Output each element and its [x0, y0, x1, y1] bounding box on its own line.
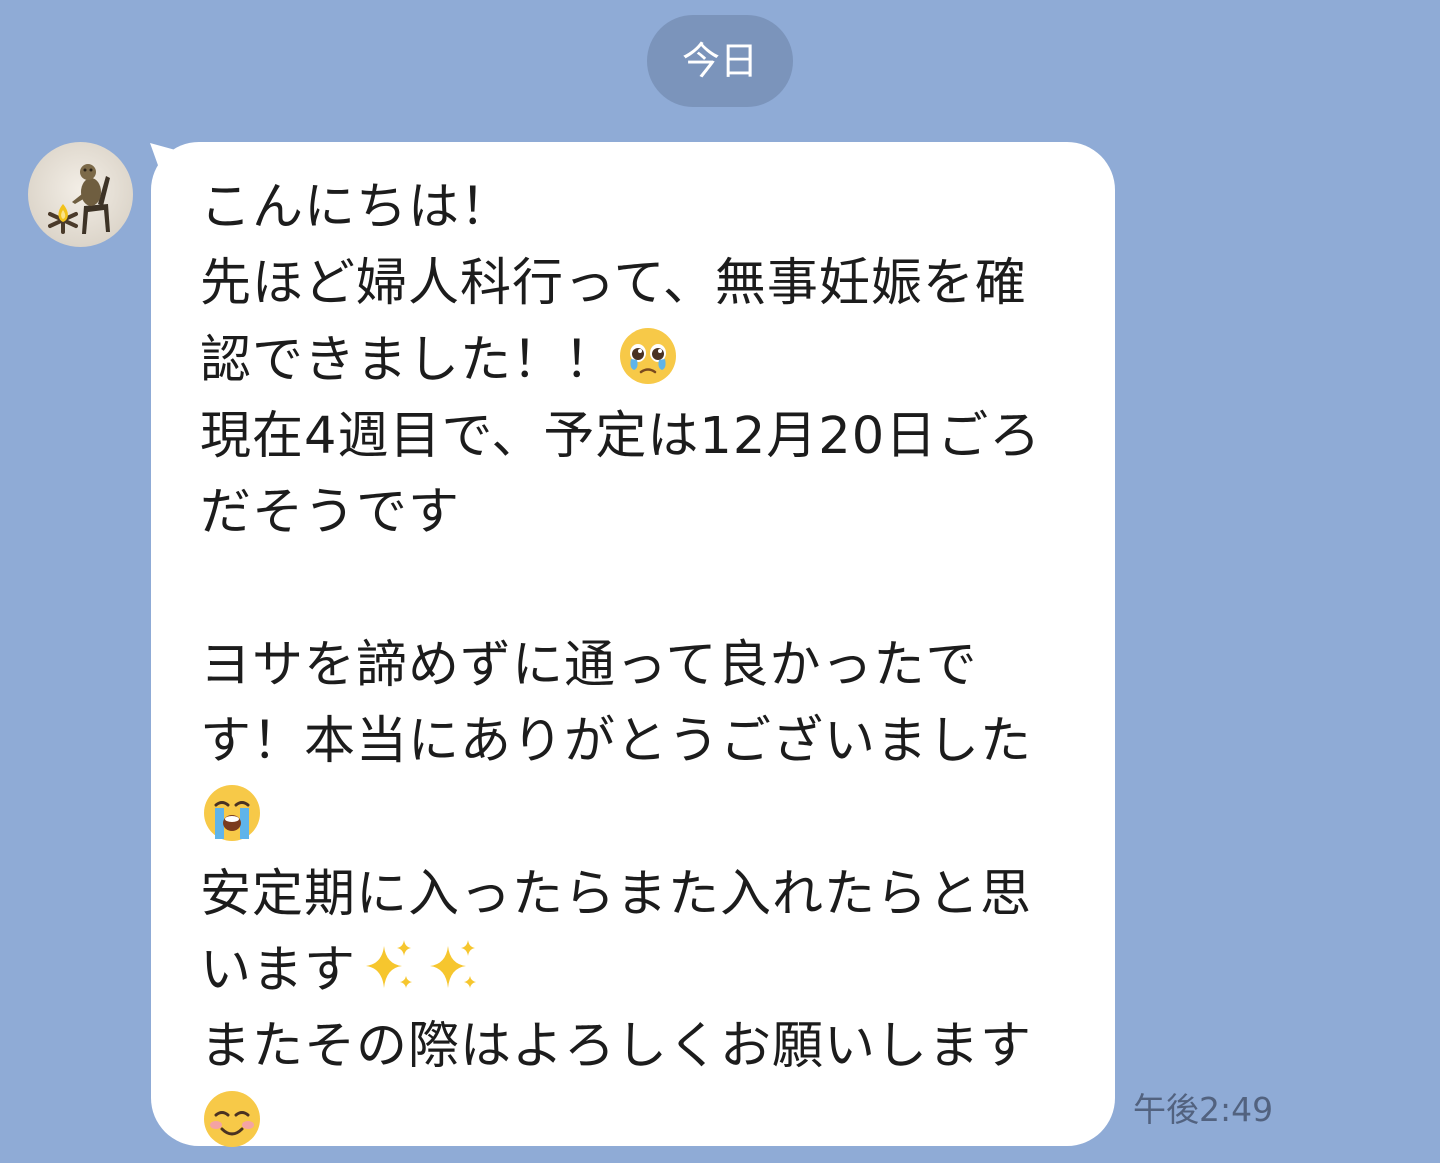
- message-line: こんにちは！: [200, 178, 513, 237]
- message-line: 認できました！！: [200, 330, 617, 390]
- message-line: す！本当にありがとうございました: [200, 712, 1033, 772]
- sparkles-emoji-icon: [366, 939, 413, 988]
- message-line: ヨサを諦めずに通って良かったで: [200, 635, 978, 695]
- message-text: こんにちは！ 先ほど婦人科行って、無事妊娠を確 認できました！！ 現在4週目で、…: [200, 170, 1080, 1162]
- pleading-face-emoji-icon: [620, 327, 677, 384]
- smiling-face-emoji-icon: [204, 1090, 260, 1147]
- message-line: 現在4週目で、予定は12月20日ごろ: [200, 406, 1042, 466]
- message-line: またその際はよろしくお願いします: [200, 1017, 1033, 1077]
- date-label: 今日: [681, 39, 758, 83]
- sender-avatar[interactable]: [28, 142, 133, 247]
- loudly-crying-face-emoji-icon: [204, 785, 260, 842]
- message-timestamp: 午後2:49: [1133, 1090, 1274, 1129]
- sparkles-emoji-icon: [430, 939, 477, 988]
- message-line: 先ほど婦人科行って、無事妊娠を確: [200, 254, 1027, 314]
- message-line: だそうです: [200, 483, 461, 543]
- message-line: 安定期に入ったらまた入れたらと思: [200, 864, 1033, 924]
- date-separator: 今日: [647, 15, 793, 107]
- bubble-tail: [150, 143, 190, 182]
- avatar-figure-icon: [48, 164, 110, 234]
- message-line: います: [200, 940, 357, 1000]
